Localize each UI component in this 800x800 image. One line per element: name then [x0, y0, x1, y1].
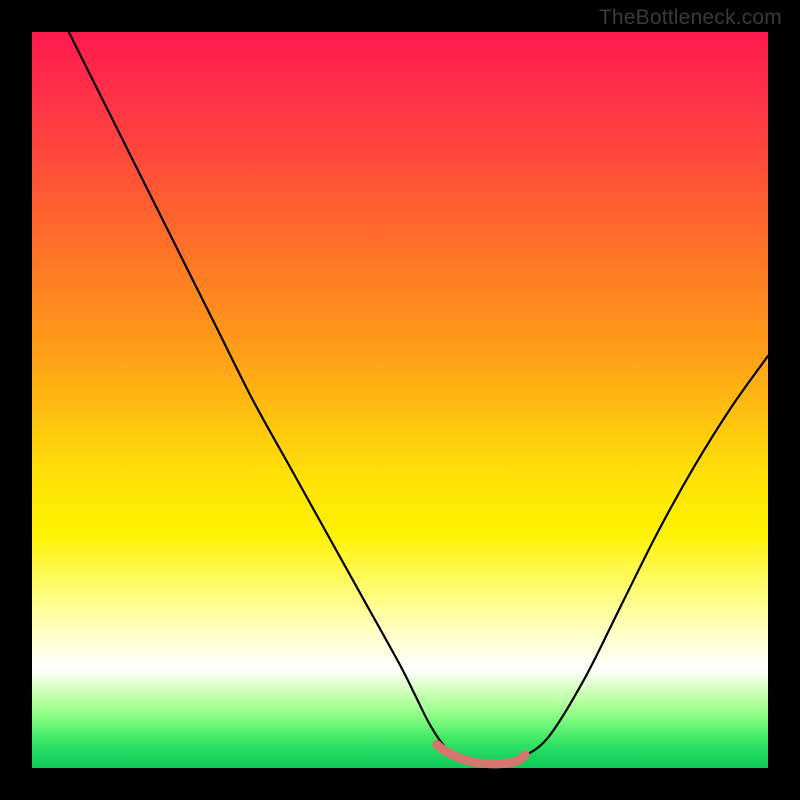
chart-frame: TheBottleneck.com: [0, 0, 800, 800]
plot-area: [32, 32, 768, 768]
watermark-text: TheBottleneck.com: [599, 6, 782, 30]
bottleneck-curve: [69, 32, 768, 765]
optimal-zone-highlight: [437, 744, 525, 763]
curve-layer: [32, 32, 768, 768]
